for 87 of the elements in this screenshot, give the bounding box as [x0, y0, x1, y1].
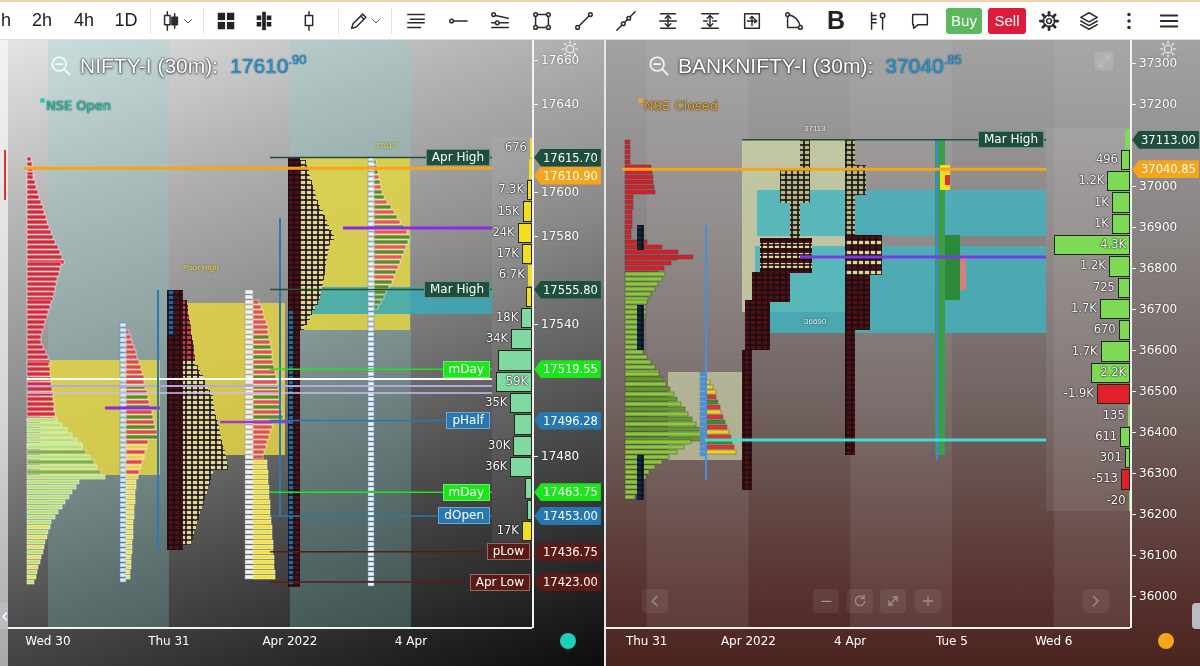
level-name-tag: Mar High: [423, 281, 490, 298]
date-axis-label: Apr 2022: [262, 634, 318, 648]
rectangle-icon[interactable]: [531, 9, 553, 32]
reset-button[interactable]: [847, 589, 873, 613]
date-axis-label: Wed 30: [25, 634, 71, 648]
volume-label: 135: [1102, 407, 1125, 422]
indicator-line: [220, 420, 290, 424]
level-name-tag: Mar High: [977, 131, 1044, 149]
price-tag: 17610.90: [534, 166, 601, 185]
volume-label: -1.9K: [1063, 386, 1094, 401]
timeframe-button[interactable]: 2h: [21, 5, 63, 36]
volume-label: 36K: [485, 459, 508, 474]
level-name-tag: dOpen: [438, 507, 490, 525]
volume-label: 301: [1099, 450, 1122, 465]
price-tag: 17463.75: [534, 483, 601, 502]
volume-label: 15K: [497, 203, 520, 218]
volume-label: 35K: [485, 395, 508, 410]
date-axis-label: 4 Apr: [834, 634, 867, 648]
volume-label: 676: [504, 139, 527, 154]
timeframe-button[interactable]: h: [0, 5, 21, 36]
volume-label: 17K: [496, 246, 519, 261]
volume-label: 34K: [485, 331, 509, 346]
chart-title: BANKNIFTY-I (30m):: [678, 54, 874, 78]
date-axis-label: Wed 6: [1034, 634, 1073, 648]
date-axis-label: Thu 31: [148, 634, 190, 648]
line-segment-icon[interactable]: [573, 9, 595, 32]
indicator-line: [105, 406, 160, 410]
arc-icon[interactable]: [783, 9, 805, 32]
volume-label: 17K: [496, 523, 519, 538]
volume-label: 2.2K: [1100, 364, 1126, 379]
last-price: 37040$^{.85}$: [885, 54, 962, 78]
volume-label: 24K: [492, 224, 515, 239]
line-nodes-icon[interactable]: [615, 9, 637, 32]
scroll-marker: [4, 150, 6, 200]
volume-label: 30K: [488, 437, 511, 452]
chart-annotation: 17617: [375, 141, 398, 150]
volume-label: -513: [1091, 471, 1118, 486]
volume-label: 1K: [1094, 194, 1109, 209]
date-axis-label: Tue 5: [935, 634, 968, 648]
chart-annotation: 36690: [804, 317, 827, 326]
volume-label: 670: [1093, 322, 1116, 337]
volume-label: 725: [1092, 279, 1115, 294]
volume-label: 1.2K: [1080, 258, 1106, 273]
date-axis-label: Thu 31: [625, 634, 668, 648]
date-axis-label: 4 Apr: [394, 634, 428, 648]
timeframe-button[interactable]: 4h: [63, 5, 105, 36]
timeframe-button[interactable]: 1D: [105, 5, 147, 36]
plus-icon: [920, 593, 936, 609]
volume-label: 18K: [496, 310, 519, 325]
chart-annotation: 37113: [804, 124, 826, 133]
expand-icon: [1094, 51, 1114, 71]
volume-label: 4.3K: [1100, 237, 1126, 252]
volume-label: 1K: [1094, 215, 1109, 230]
minus-icon: [820, 599, 832, 603]
price-tag: 17423.00: [534, 573, 601, 591]
handle-tab[interactable]: [1192, 603, 1200, 629]
chart-title: NIFTY-I (30m):: [80, 54, 219, 78]
last-price: 17610$^{.90}$: [230, 54, 307, 78]
chevron-left-icon: [1, 611, 8, 621]
text-tool-button[interactable]: B: [820, 5, 852, 36]
volume-label: 611: [1095, 428, 1118, 443]
volume-label: 6.7K: [498, 267, 525, 282]
level-name-tag: Apr High: [425, 149, 490, 167]
refresh-icon: [852, 593, 868, 609]
previous-button[interactable]: [642, 589, 668, 613]
level-name-tag: pHalf: [446, 412, 490, 430]
volume-label: -20: [1106, 492, 1126, 507]
volume-label: 1.7K: [1071, 343, 1098, 358]
level-name-tag: pLow: [486, 543, 530, 561]
gear-icon[interactable]: [1038, 9, 1060, 32]
chevron-left-icon: [651, 595, 659, 607]
price-tag: 17519.55: [534, 360, 601, 379]
volume-label: 1.2K: [1078, 173, 1105, 188]
market-status: NSE Closed: [644, 98, 718, 114]
sell-button[interactable]: Sell: [988, 7, 1026, 34]
layers-icon[interactable]: [1078, 9, 1100, 32]
diagonal-arrows-icon: [885, 593, 901, 609]
volume-label: 496: [1096, 151, 1118, 166]
volume-label: 1.7K: [1070, 301, 1097, 316]
date-axis-label: Apr 2022: [720, 634, 776, 648]
chevron-right-icon: [1092, 595, 1100, 607]
volume-label: 7.3K: [498, 182, 524, 197]
market-status: NSE Open: [46, 98, 112, 114]
sun-icon[interactable]: [1159, 40, 1177, 58]
chart-annotation: Poor High: [183, 263, 219, 272]
volume-label: 59K: [505, 373, 528, 388]
price-tag: 37040.85: [1132, 160, 1199, 179]
